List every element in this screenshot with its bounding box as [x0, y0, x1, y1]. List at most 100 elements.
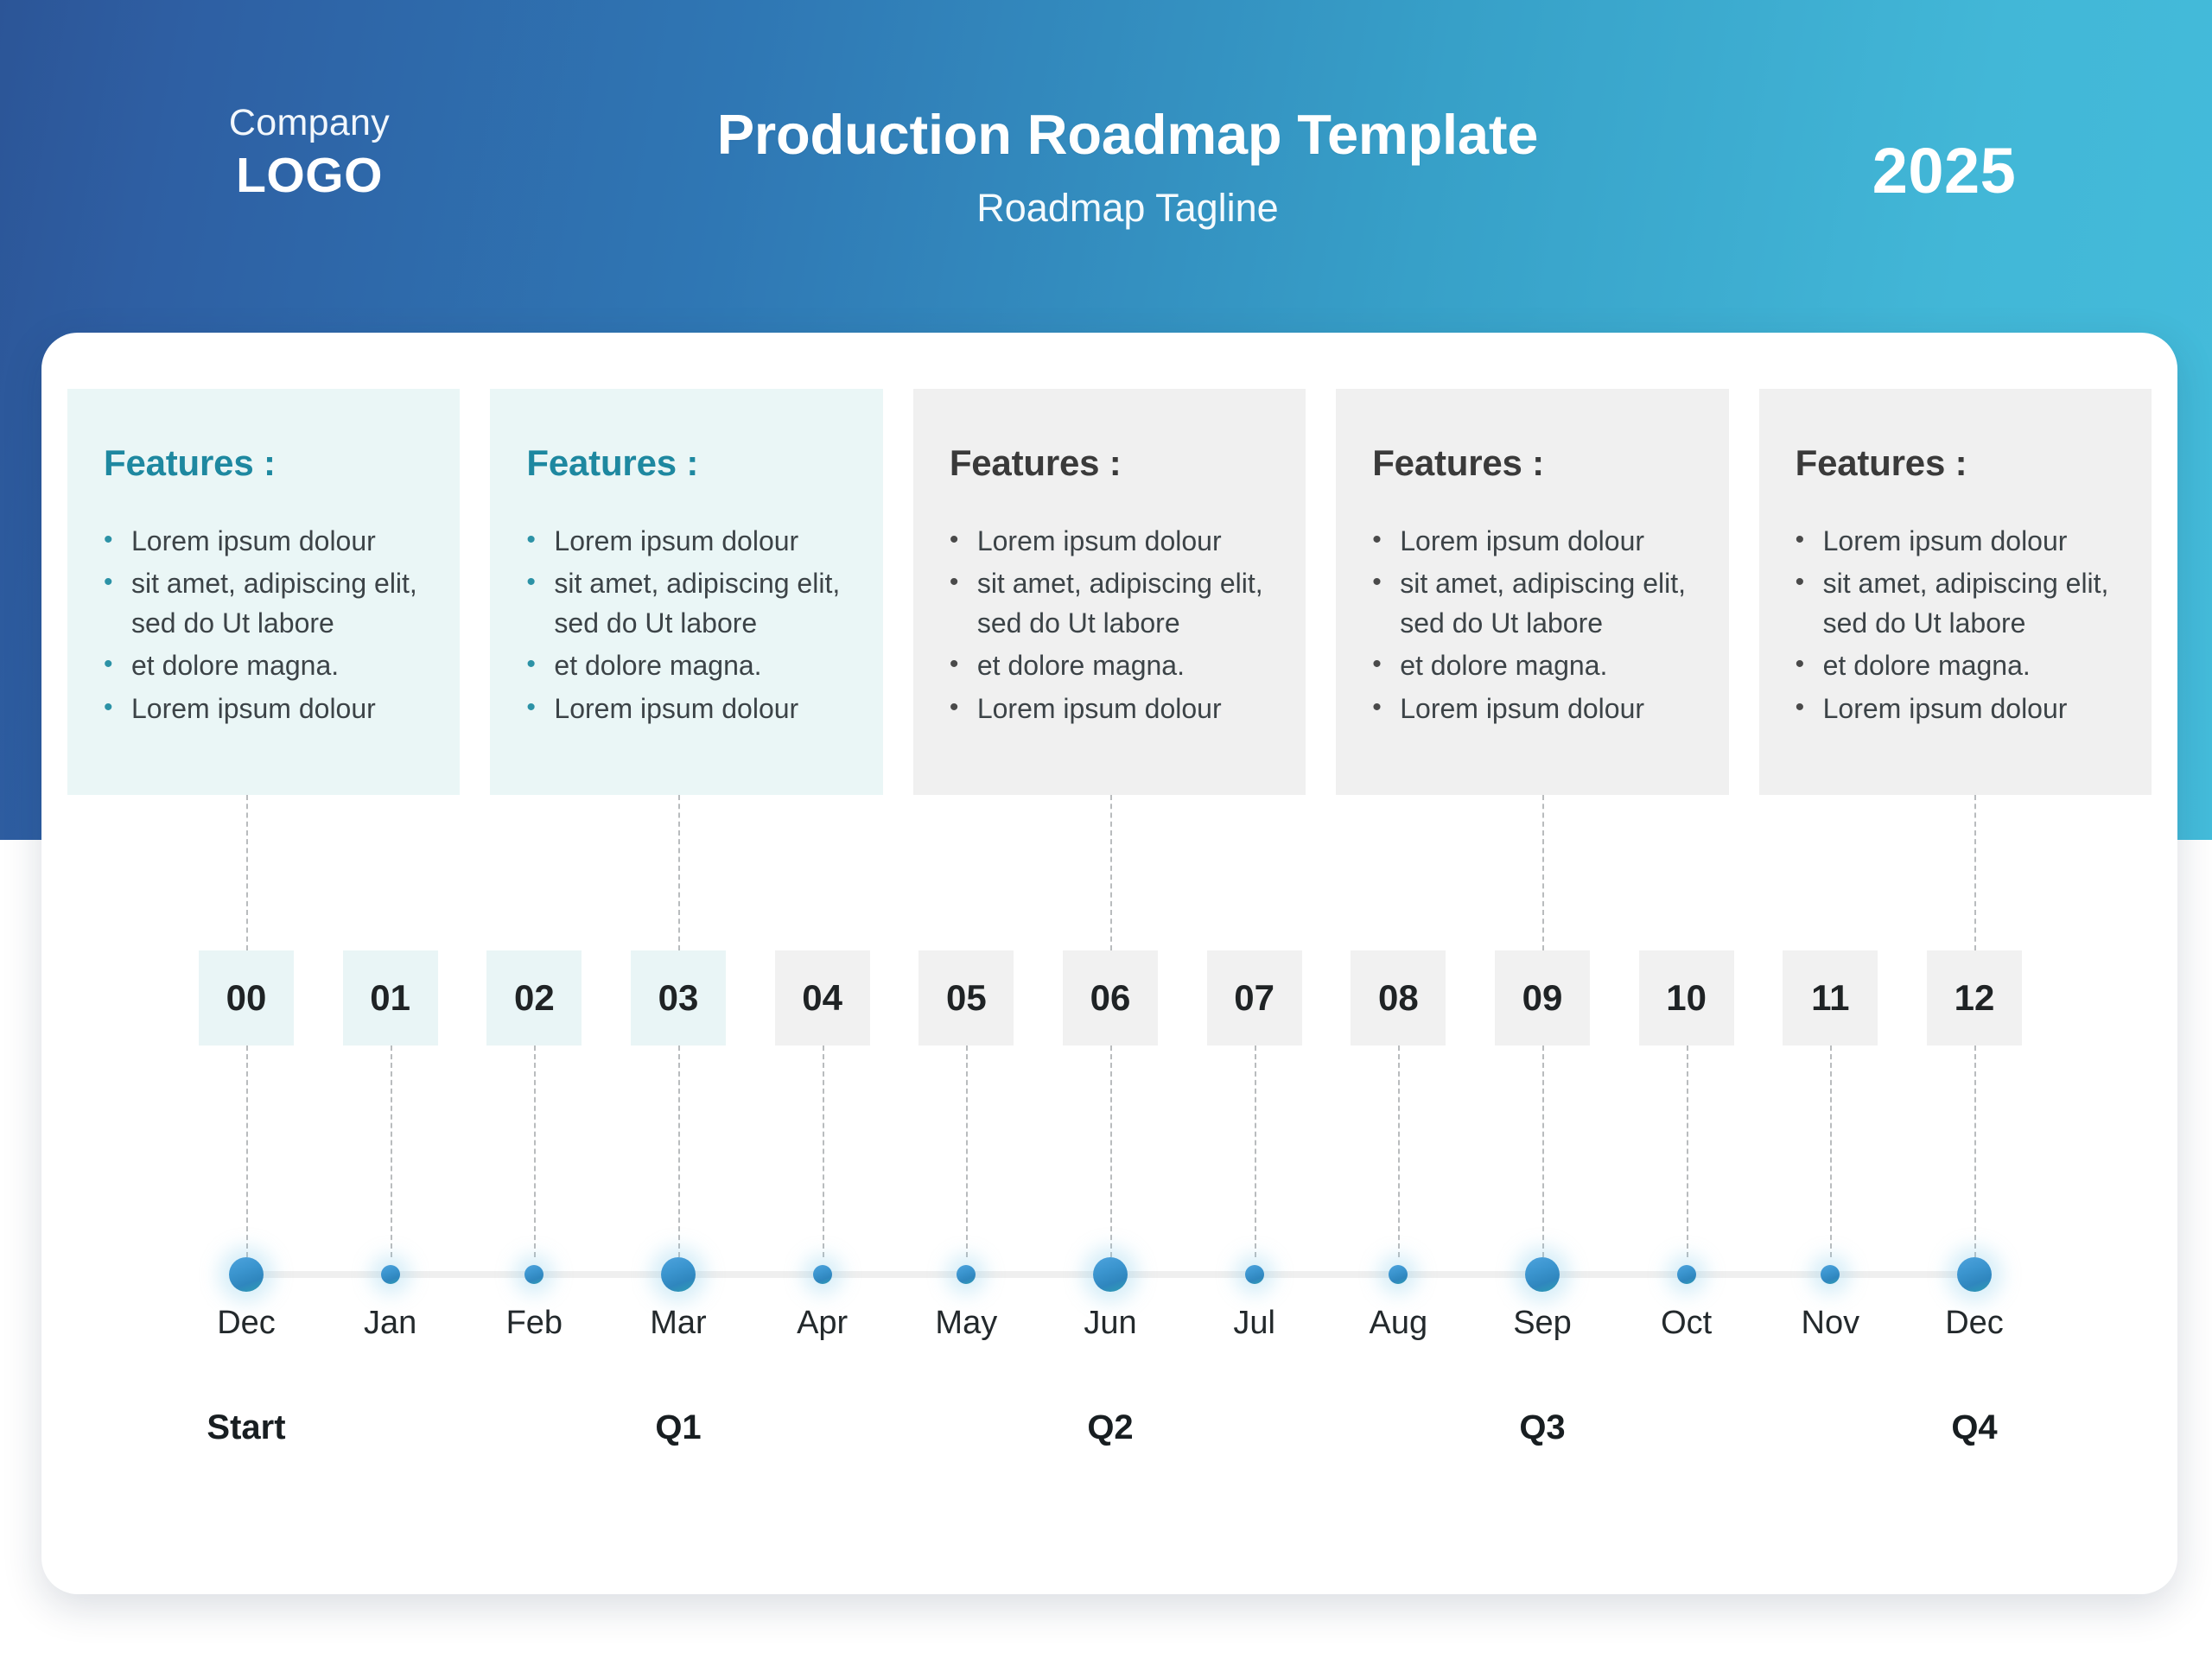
card-to-number-connector	[1542, 795, 1544, 950]
quarter-label: Q1	[655, 1408, 702, 1446]
quarter-label: Q4	[1951, 1408, 1998, 1446]
number-to-dot-connector	[1830, 1046, 1833, 1257]
timeline-dot-wrapper[interactable]	[486, 1257, 582, 1292]
feature-bullet-item: • sit amet, adipiscing elit, sed do Ut la…	[104, 564, 427, 643]
logo-company-text: Company	[228, 102, 391, 143]
feature-bullet-item: • Lorem ipsum dolour	[1372, 690, 1695, 728]
feature-bullet-item: • sit amet, adipiscing elit, sed do Ut la…	[1796, 564, 2119, 643]
feature-card-heading: Features :	[526, 442, 699, 483]
number-to-dot-connector	[966, 1046, 969, 1257]
feature-bullet-text: sit amet, adipiscing elit, sed do Ut lab…	[976, 568, 1263, 639]
quarter-label: Q3	[1519, 1408, 1566, 1446]
bullet-dot-icon: •	[949, 692, 959, 721]
feature-card: Features : • Lorem ipsum dolour • sit amet, …	[490, 389, 883, 795]
bullet-dot-icon: •	[1795, 650, 1805, 679]
bullet-dot-icon: •	[526, 568, 536, 597]
milestone-number-box[interactable]: 00	[199, 950, 294, 1046]
timeline-dot-wrapper[interactable]	[1783, 1257, 1878, 1292]
card-to-number-connector	[678, 795, 680, 950]
feature-bullet-text: Lorem ipsum dolour	[554, 692, 799, 724]
feature-bullet-item: • Lorem ipsum dolour	[1796, 522, 2119, 561]
timeline-dot-icon	[1525, 1257, 1560, 1292]
timeline-dot-icon	[380, 1265, 400, 1284]
milestone-number-box[interactable]: 10	[1638, 950, 1734, 1046]
timeline-dot-wrapper[interactable]	[343, 1257, 438, 1292]
feature-bullet-text: et dolore magna.	[554, 650, 762, 682]
milestone-number-box[interactable]: 11	[1783, 950, 1878, 1046]
feature-bullet-item: • et dolore magna.	[526, 646, 849, 685]
timeline-dot-icon	[661, 1257, 696, 1292]
timeline-dot-icon	[524, 1265, 544, 1284]
number-to-dot-connector	[1542, 1046, 1544, 1257]
milestone-number-box[interactable]: 02	[486, 950, 582, 1046]
number-to-dot-connector	[1686, 1046, 1688, 1257]
timeline-dot-wrapper[interactable]	[1927, 1257, 2022, 1292]
number-to-dot-connector	[1974, 1046, 1976, 1257]
feature-bullet-item: • sit amet, adipiscing elit, sed do Ut la…	[950, 564, 1273, 643]
milestone-number-box[interactable]: 04	[774, 950, 870, 1046]
year-label: 2025	[1872, 135, 2017, 207]
quarter-label: Start	[207, 1408, 286, 1446]
month-label: Dec	[1945, 1305, 2004, 1341]
feature-card: Features : • Lorem ipsum dolour • sit amet, …	[912, 389, 1306, 795]
timeline-dot-icon	[229, 1257, 264, 1292]
feature-bullet-list: • Lorem ipsum dolour • sit amet, adipiscing…	[104, 522, 427, 728]
bullet-dot-icon: •	[1795, 525, 1805, 554]
month-label: Dec	[217, 1305, 276, 1341]
number-to-dot-connector	[390, 1046, 392, 1257]
title-block: Production Roadmap Template Roadmap Tagl…	[657, 103, 1599, 231]
timeline-dot-wrapper[interactable]	[1207, 1257, 1302, 1292]
month-label: Feb	[505, 1305, 563, 1341]
milestone-number-box[interactable]: 08	[1351, 950, 1446, 1046]
page-title: Production Roadmap Template	[716, 103, 1539, 166]
feature-bullet-text: Lorem ipsum dolour	[1822, 692, 2068, 724]
feature-bullet-item: • et dolore magna.	[104, 646, 427, 685]
timeline-dot-wrapper[interactable]	[1639, 1257, 1734, 1292]
feature-bullet-text: Lorem ipsum dolour	[976, 692, 1222, 724]
timeline-dot-wrapper[interactable]	[199, 1257, 294, 1292]
feature-bullet-list: • Lorem ipsum dolour • sit amet, adipiscing…	[1372, 522, 1695, 728]
bullet-dot-icon: •	[1372, 650, 1382, 679]
feature-bullet-text: sit amet, adipiscing elit, sed do Ut lab…	[1400, 568, 1687, 639]
bullet-dot-icon: •	[949, 650, 959, 679]
bullet-dot-icon: •	[1372, 692, 1382, 721]
milestone-number-box[interactable]: 01	[342, 950, 438, 1046]
number-to-dot-connector	[246, 1046, 248, 1257]
feature-bullet-item: • sit amet, adipiscing elit, sed do Ut la…	[526, 564, 849, 643]
number-to-dot-connector	[678, 1046, 680, 1257]
milestone-number-box[interactable]: 03	[631, 950, 726, 1046]
feature-bullet-text: Lorem ipsum dolour	[131, 525, 376, 556]
milestone-number-box[interactable]: 09	[1495, 950, 1590, 1046]
number-to-dot-connector	[1398, 1046, 1401, 1257]
timeline-dot-wrapper[interactable]	[631, 1257, 726, 1292]
timeline-dot-wrapper[interactable]	[1063, 1257, 1158, 1292]
timeline-dot-icon	[1676, 1265, 1696, 1284]
feature-card-heading: Features :	[1795, 442, 1967, 483]
feature-bullet-text: et dolore magna.	[131, 650, 340, 682]
bullet-dot-icon: •	[104, 568, 113, 597]
milestone-number-box[interactable]: 05	[918, 950, 1014, 1046]
milestone-number-box[interactable]: 06	[1063, 950, 1158, 1046]
bullet-dot-icon: •	[949, 525, 959, 554]
bullet-dot-icon: •	[104, 650, 113, 679]
milestone-number-box[interactable]: 07	[1206, 950, 1302, 1046]
quarter-label: Q2	[1087, 1408, 1134, 1446]
timeline-dot-wrapper[interactable]	[1495, 1257, 1590, 1292]
milestone-number-box[interactable]: 12	[1927, 950, 2022, 1046]
milestone-numbers: 00 01 02 03 04 05 06 07 08 09 10 11 12	[199, 950, 2022, 1046]
bullet-dot-icon: •	[104, 525, 113, 554]
feature-card: Features : • Lorem ipsum dolour • sit amet, …	[1336, 389, 1729, 795]
feature-bullet-text: Lorem ipsum dolour	[976, 525, 1222, 556]
month-label: Oct	[1661, 1305, 1713, 1341]
timeline-dot-wrapper[interactable]	[918, 1257, 1014, 1292]
feature-card-heading: Features :	[104, 442, 276, 483]
card-to-number-connector	[1110, 795, 1112, 950]
timeline-dot-wrapper[interactable]	[1351, 1257, 1446, 1292]
timeline-dot-icon	[1093, 1257, 1128, 1292]
bullet-dot-icon: •	[1795, 692, 1805, 721]
timeline-dot-icon	[1244, 1265, 1264, 1284]
month-label: Apr	[797, 1305, 849, 1341]
roadmap-slide: Company LOGO Production Roadmap Template…	[0, 0, 2212, 1659]
feature-bullet-item: • Lorem ipsum dolour	[950, 690, 1273, 728]
timeline-dot-wrapper[interactable]	[775, 1257, 870, 1292]
